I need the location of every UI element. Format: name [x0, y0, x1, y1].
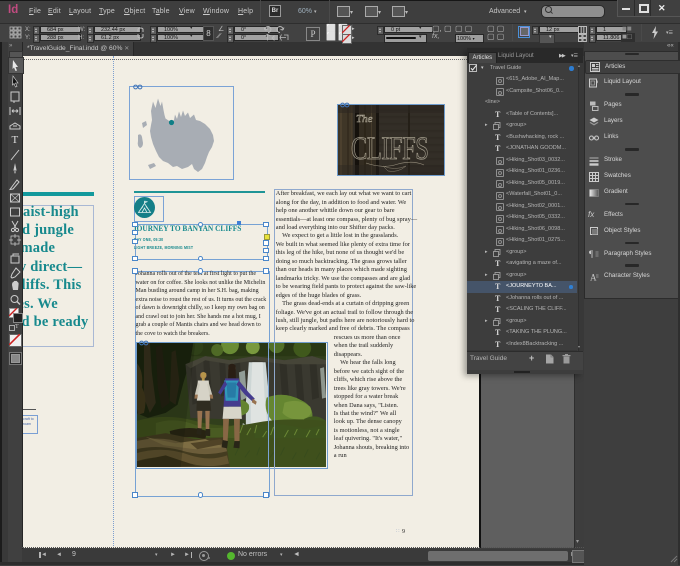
svg-text:CLIFFS: CLIFFS: [351, 131, 428, 167]
svg-text:¶: ¶: [589, 249, 593, 259]
svg-text:The: The: [356, 113, 373, 125]
svg-text:A: A: [590, 272, 597, 282]
svg-text:T: T: [12, 134, 19, 146]
